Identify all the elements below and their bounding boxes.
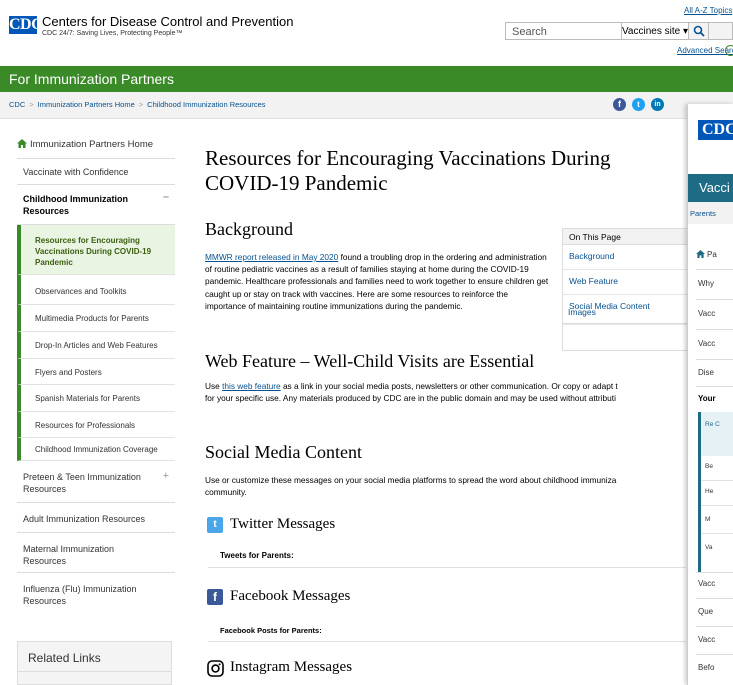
web-feature-heading: Web Feature – Well-Child Visits are Esse… bbox=[205, 351, 535, 371]
popup-nav-8[interactable]: He bbox=[705, 488, 713, 495]
popup-home-icon bbox=[696, 250, 705, 258]
popup-cdc-logo[interactable]: CDC bbox=[698, 120, 733, 140]
search-extra-button[interactable] bbox=[709, 22, 733, 40]
site-title[interactable]: For Immunization Partners bbox=[9, 71, 174, 87]
breadcrumb-cdc[interactable]: CDC bbox=[9, 100, 25, 109]
popup-nav-14[interactable]: Befo bbox=[698, 663, 714, 672]
twitter-icon: t bbox=[207, 517, 223, 533]
popup-title[interactable]: Vacci bbox=[699, 180, 730, 195]
web-feature-link[interactable]: this web feature bbox=[222, 381, 281, 391]
instagram-icon bbox=[207, 660, 224, 677]
linkedin-share-icon[interactable]: in bbox=[651, 98, 664, 111]
twitter-share-icon[interactable]: t bbox=[632, 98, 645, 111]
popup-nav-13[interactable]: Vacc bbox=[698, 635, 715, 644]
popup-nav-10[interactable]: Va bbox=[705, 544, 712, 551]
facebook-heading: Facebook Messages bbox=[230, 588, 351, 604]
nav-professionals[interactable]: Resources for Professionals bbox=[17, 412, 175, 438]
social-media-paragraph: Use or customize these messages on your … bbox=[205, 475, 617, 498]
popup-nav-12[interactable]: Que bbox=[698, 607, 713, 616]
nav-drop-in[interactable]: Drop-In Articles and Web Features bbox=[17, 332, 175, 359]
search-icon bbox=[693, 25, 705, 37]
popup-nav-1[interactable]: Why bbox=[698, 279, 714, 288]
otp-images-link[interactable]: Images bbox=[568, 307, 596, 317]
popup-nav-9[interactable]: M bbox=[705, 516, 710, 523]
related-links-divider bbox=[18, 671, 171, 672]
popup-active-bg bbox=[698, 412, 733, 456]
popup-nav-0[interactable]: Pa bbox=[707, 250, 717, 259]
nav-maternal[interactable]: Maternal Immunization Resources bbox=[17, 533, 175, 573]
az-topics-link[interactable]: All A-Z Topics bbox=[684, 6, 732, 15]
nav-partners-home[interactable]: Immunization Partners Home bbox=[17, 137, 175, 159]
help-icon bbox=[725, 45, 733, 56]
nav-childhood-resources[interactable]: Childhood Immunization Resources – bbox=[17, 185, 175, 225]
collapse-icon[interactable]: – bbox=[163, 191, 169, 203]
overlay-window: CDC Vacci Parents Pa Why Vacc Vacc Dise … bbox=[687, 104, 733, 685]
tweets-for-parents[interactable]: Tweets for Parents: bbox=[220, 551, 294, 560]
search-scope-select[interactable]: Vaccines site ▾ bbox=[621, 22, 689, 40]
facebook-share-icon[interactable]: f bbox=[613, 98, 626, 111]
facebook-icon: f bbox=[207, 589, 223, 605]
popup-nav-2[interactable]: Vacc bbox=[698, 309, 715, 318]
expand-icon[interactable]: + bbox=[163, 470, 169, 482]
popup-sub-border bbox=[698, 456, 733, 572]
nav-multimedia[interactable]: Multimedia Products for Parents bbox=[17, 305, 175, 332]
popup-nav-5[interactable]: Your bbox=[698, 394, 716, 403]
org-name[interactable]: Centers for Disease Control and Preventi… bbox=[42, 14, 293, 29]
facebook-divider bbox=[208, 641, 686, 642]
popup-nav-4[interactable]: Dise bbox=[698, 368, 714, 377]
popup-nav-3[interactable]: Vacc bbox=[698, 339, 715, 348]
otp-background-link[interactable]: Background bbox=[569, 251, 614, 261]
otp-web-feature-link[interactable]: Web Feature bbox=[569, 276, 618, 286]
related-links-title: Related Links bbox=[28, 651, 101, 665]
search-button[interactable] bbox=[689, 22, 709, 40]
nav-covid-resources[interactable]: Resources for Encouraging Vaccinations D… bbox=[17, 225, 175, 275]
twitter-heading: Twitter Messages bbox=[230, 516, 336, 532]
nav-influenza[interactable]: Influenza (Flu) Immunization Resources bbox=[17, 573, 175, 613]
instagram-heading: Instagram Messages bbox=[230, 659, 353, 675]
nav-observances[interactable]: Observances and Toolkits bbox=[17, 275, 175, 305]
breadcrumb-childhood[interactable]: Childhood Immunization Resources bbox=[147, 100, 265, 109]
cdc-logo[interactable]: CDC bbox=[9, 16, 43, 34]
search-input[interactable]: Search bbox=[505, 22, 621, 40]
page-title: Resources for Encouraging Vaccinations D… bbox=[205, 146, 611, 195]
popup-nav-11[interactable]: Vacc bbox=[698, 579, 715, 588]
nav-preteen[interactable]: Preteen & Teen Immunization Resources + bbox=[17, 461, 175, 503]
background-paragraph: MMWR report released in May 2020 found a… bbox=[205, 252, 549, 311]
background-heading: Background bbox=[205, 219, 293, 239]
breadcrumb-partners-home[interactable]: Immunization Partners Home bbox=[38, 100, 135, 109]
breadcrumb: CDC > Immunization Partners Home > Childhood… bbox=[9, 100, 266, 109]
home-icon bbox=[17, 139, 27, 148]
tagline: CDC 24/7: Saving Lives, Protecting Peopl… bbox=[42, 30, 183, 37]
nav-spanish[interactable]: Spanish Materials for Parents bbox=[17, 385, 175, 412]
popup-nav-7[interactable]: Be bbox=[705, 463, 713, 470]
popup-breadcrumb[interactable]: Parents bbox=[690, 209, 716, 218]
nav-vaccinate-confidence[interactable]: Vaccinate with Confidence bbox=[17, 159, 175, 185]
twitter-divider bbox=[208, 567, 686, 568]
web-feature-paragraph: Use this web feature as a link in your s… bbox=[205, 381, 618, 404]
facebook-posts-for-parents[interactable]: Facebook Posts for Parents: bbox=[220, 626, 322, 635]
popup-nav-6[interactable]: Re C bbox=[705, 420, 721, 429]
social-media-heading: Social Media Content bbox=[205, 442, 362, 462]
nav-flyers[interactable]: Flyers and Posters bbox=[17, 359, 175, 385]
nav-coverage[interactable]: Childhood Immunization Coverage bbox=[17, 438, 175, 461]
nav-adult[interactable]: Adult Immunization Resources bbox=[17, 503, 175, 533]
mmwr-report-link[interactable]: MMWR report released in May 2020 bbox=[205, 252, 338, 262]
